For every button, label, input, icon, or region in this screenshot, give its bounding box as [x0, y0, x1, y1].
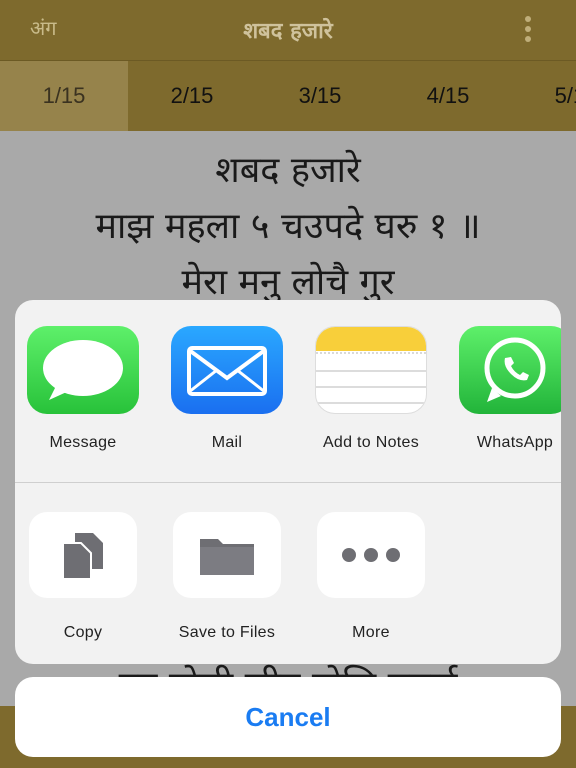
overflow-menu-icon[interactable] [524, 16, 532, 42]
whatsapp-icon [459, 326, 561, 414]
notes-icon [315, 326, 427, 414]
save-to-files-label: Save to Files [178, 624, 276, 641]
share-sheet: Message Mail Add to Notes WhatsApp Copy … [15, 300, 561, 664]
more-label: More [352, 624, 390, 641]
share-app-message[interactable]: Message [21, 326, 145, 452]
share-app-mail[interactable]: Mail [165, 326, 289, 452]
copy-label: Copy [63, 624, 103, 641]
save-to-files-action[interactable]: Save to Files [165, 512, 289, 642]
tab-4[interactable]: 4/15 [384, 61, 512, 131]
mail-icon [171, 326, 283, 414]
folder-icon [173, 512, 281, 598]
share-app-label: Add to Notes [322, 434, 420, 451]
share-app-whatsapp[interactable]: WhatsApp [453, 326, 561, 452]
copy-action[interactable]: Copy [21, 512, 145, 642]
tab-2[interactable]: 2/15 [128, 61, 256, 131]
content-line: माझ महला ५ चउपदे घरु १ ॥ [95, 206, 481, 247]
share-app-label: WhatsApp [476, 434, 554, 451]
tab-5[interactable]: 5/15 [512, 61, 576, 131]
page-tabs: 1/15 2/15 3/15 4/15 5/15 [0, 60, 576, 131]
ang-button[interactable]: अंग [30, 14, 57, 41]
tab-3[interactable]: 3/15 [256, 61, 384, 131]
message-icon [27, 326, 139, 414]
divider [15, 482, 561, 483]
tab-1[interactable]: 1/15 [0, 61, 128, 131]
content-line: शबद हजारे [215, 150, 361, 191]
share-app-label: Mail [211, 434, 243, 451]
share-app-label: Message [49, 434, 117, 451]
more-action[interactable]: More [309, 512, 433, 642]
cancel-button[interactable]: Cancel [15, 677, 561, 757]
more-icon [317, 512, 425, 598]
share-app-notes[interactable]: Add to Notes [309, 326, 433, 452]
page-title: शबद हजारे [243, 19, 333, 44]
copy-icon [29, 512, 137, 598]
app-header: अंग शबद हजारे [0, 0, 576, 60]
